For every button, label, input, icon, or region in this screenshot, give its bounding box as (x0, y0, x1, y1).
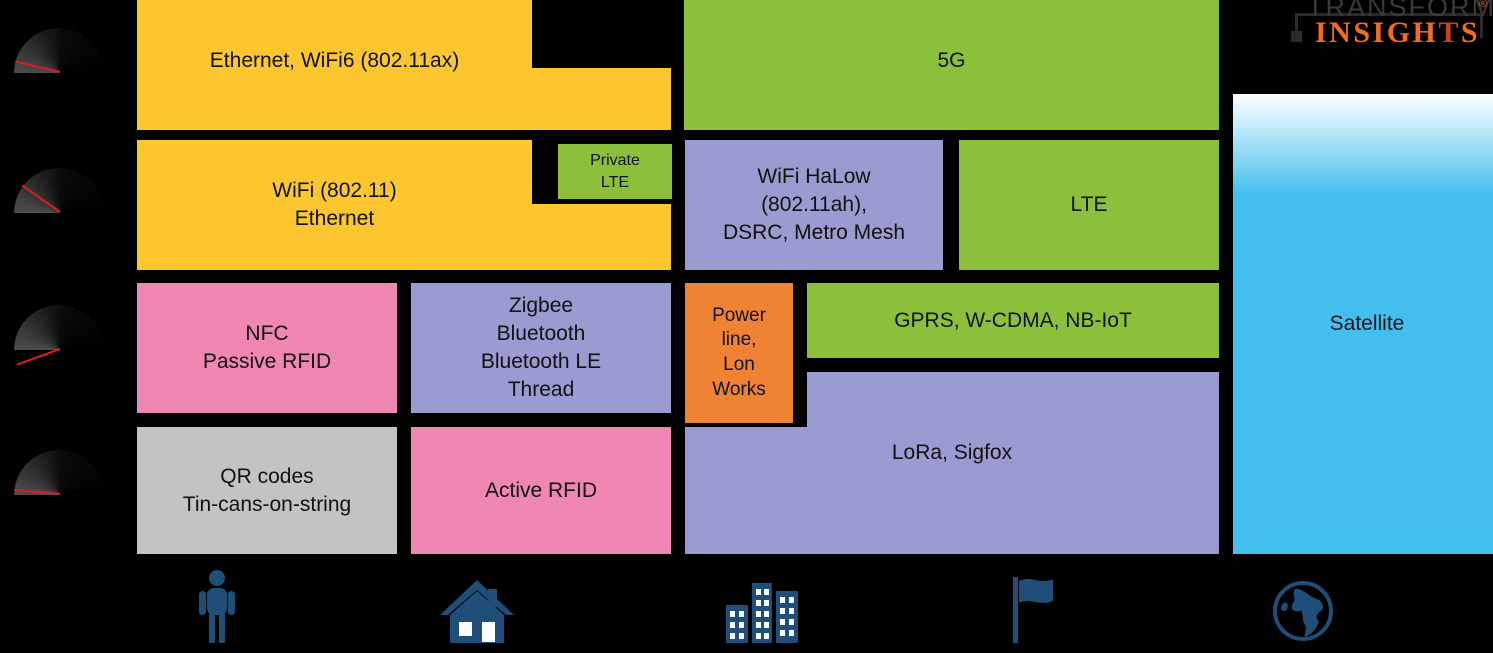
block-label: Satellite (1329, 312, 1405, 336)
block-5g[interactable]: 5G (684, 0, 1219, 130)
gauge-dial (14, 168, 104, 228)
block-gprs-wcdma-nbiot[interactable]: GPRS, W-CDMA, NB-IoT (807, 283, 1219, 358)
block-label: Power line, Lon Works (712, 304, 766, 400)
range-gauge-3 (14, 305, 104, 365)
scope-nation-icon-wrap (990, 567, 1080, 643)
scope-icon-row (0, 560, 1493, 653)
block-label: WiFi HaLow (802.11ah), DSRC, Metro Mesh (722, 165, 906, 244)
block-label: Active RFID (484, 478, 597, 502)
block-ethernet-wifi6[interactable]: Ethernet, WiFi6 (802.11ax) (137, 0, 532, 130)
block-label: LoRa, Sigfox (891, 440, 1013, 464)
scope-home-icon-wrap (432, 567, 522, 643)
gauge-dial (14, 450, 104, 510)
block-lte[interactable]: LTE (959, 140, 1219, 270)
logo-line2-pre: INSIGH (1315, 16, 1439, 49)
block-label: LTE (1070, 193, 1108, 217)
flag-icon (1013, 577, 1053, 643)
gauge-dial (14, 305, 104, 365)
block-powerline-lonworks[interactable]: Power line, Lon Works (685, 283, 793, 423)
logo-dot (1291, 31, 1302, 42)
logo-line2-post: S (1460, 16, 1481, 49)
block-label: NFC Passive RFID (202, 322, 332, 373)
city-buildings-icon (726, 583, 798, 643)
block-label: Zigbee Bluetooth Bluetooth LE Thread (480, 294, 602, 401)
block-wifi-ethernet[interactable]: WiFi (802.11) Ethernet (137, 140, 532, 270)
block-label: Ethernet, WiFi6 (802.11ax) (209, 49, 460, 73)
gauge-dial (14, 28, 104, 88)
person-icon (199, 570, 235, 643)
block-private-lte[interactable]: Private LTE (558, 144, 672, 199)
block-label: Private LTE (590, 151, 640, 191)
scope-global-icon-wrap (1258, 567, 1348, 643)
logo-line2-t: T (1438, 16, 1461, 49)
block-label: 5G (937, 49, 966, 73)
scope-person-icon-wrap (172, 567, 262, 643)
block-label: GPRS, W-CDMA, NB-IoT (894, 308, 1132, 332)
block-label: QR codes Tin-cans-on-string (182, 464, 352, 516)
block-nfc-passive-rfid[interactable]: NFC Passive RFID (137, 283, 397, 413)
range-gauge-2 (14, 168, 104, 228)
block-qr-codes[interactable]: QR codes Tin-cans-on-string (137, 427, 397, 554)
block-wifi-ethernet-extension[interactable] (532, 204, 671, 270)
house-icon (440, 580, 514, 643)
block-lora-sigfox[interactable]: LoRa, Sigfox (685, 427, 1219, 554)
block-active-rfid[interactable]: Active RFID (411, 427, 671, 554)
range-gauge-1 (14, 28, 104, 88)
globe-icon (1273, 581, 1333, 641)
connectivity-technology-matrix: Ethernet, WiFi6 (802.11ax) 5G WiFi (802.… (0, 0, 1493, 653)
range-gauge-4 (14, 450, 104, 510)
block-zigbee-bluetooth[interactable]: Zigbee Bluetooth Bluetooth LE Thread (411, 283, 671, 413)
block-wifi-halow[interactable]: WiFi HaLow (802.11ah), DSRC, Metro Mesh (685, 140, 943, 270)
transforma-insights-logo: TRANSFORMA ® INSIGHTS (1289, 0, 1493, 50)
logo-line2: INSIGHTS (1315, 16, 1480, 50)
block-ethernet-wifi6-extension[interactable] (532, 68, 671, 130)
scope-city-icon-wrap (718, 567, 808, 643)
block-label: WiFi (802.11) Ethernet (272, 179, 397, 230)
block-lora-sigfox-upper[interactable] (807, 372, 1219, 428)
block-satellite[interactable]: Satellite (1233, 94, 1493, 554)
logo-registered-mark: ® (1478, 0, 1487, 10)
